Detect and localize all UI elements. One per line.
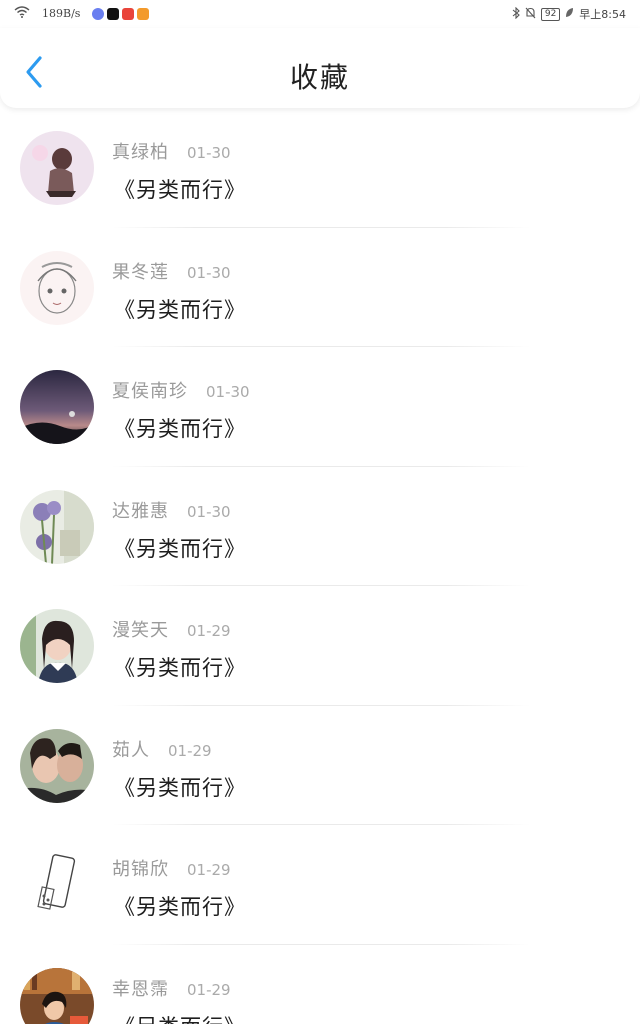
favorite-date: 01-29	[187, 980, 231, 999]
favorite-date: 01-30	[187, 263, 231, 282]
status-left: 189B/s	[14, 6, 150, 21]
avatar-sketch-girl[interactable]	[20, 250, 94, 325]
notification-app-icons	[92, 7, 150, 20]
favorite-item[interactable]: 夏侯南珍 01-30 《另类而行》	[0, 347, 640, 467]
video-app-icon	[137, 7, 150, 20]
author-name: 达雅惠	[112, 500, 169, 522]
author-name: 胡锦欣	[112, 859, 169, 880]
tiktok-app-icon	[107, 7, 120, 20]
author-name: 果冬莲	[112, 261, 169, 283]
favorite-date: 01-30	[206, 383, 250, 401]
bluetooth-icon	[512, 6, 520, 22]
favorite-meta: 真绿柏 01-30	[112, 138, 231, 164]
favorite-meta: 漫笑天 01-29	[112, 616, 231, 642]
author-name: 真绿柏	[112, 142, 169, 163]
network-speed: 189B/s	[42, 7, 81, 20]
author-name: 漫笑天	[112, 620, 169, 641]
avatar-lavender[interactable]	[20, 489, 94, 564]
leaf-icon	[565, 7, 574, 21]
author-name: 茹人	[112, 739, 150, 761]
mute-icon	[525, 7, 536, 22]
clock: 早上8:54	[579, 8, 626, 21]
work-title[interactable]: 《另类而行》	[114, 891, 246, 921]
favorites-list: 真绿柏 01-30 《另类而行》 果冬莲 01-30 《另类而行》 夏侯南珍 01-30 《另类…	[0, 108, 640, 1024]
shopping-app-icon	[122, 7, 135, 20]
work-title[interactable]: 《另类而行》	[114, 533, 246, 563]
favorite-date: 01-29	[187, 861, 231, 879]
work-title[interactable]: 《另类而行》	[114, 413, 246, 443]
favorite-meta: 达雅惠 01-30	[112, 497, 231, 523]
status-bar: 189B/s 92 早上8:54	[0, 0, 640, 28]
status-right: 92 早上8:54	[512, 6, 626, 22]
work-title[interactable]: 《另类而行》	[114, 294, 246, 324]
favorite-meta: 夏侯南珍 01-30	[112, 377, 250, 403]
favorite-date: 01-29	[187, 622, 231, 640]
avatar-woman-portrait[interactable]	[20, 609, 94, 683]
work-title[interactable]: 《另类而行》	[114, 174, 246, 204]
avatar-phone-sketch[interactable]	[20, 848, 94, 922]
favorite-item[interactable]: 漫笑天 01-29 《另类而行》	[0, 586, 640, 706]
favorite-date: 01-29	[168, 741, 212, 760]
avatar-library[interactable]	[20, 967, 94, 1024]
avatar-night-sky[interactable]	[20, 370, 94, 444]
favorite-item[interactable]: 真绿柏 01-30 《另类而行》	[0, 108, 640, 228]
favorite-item[interactable]: 幸恩霈 01-29 《另类而行》	[0, 945, 640, 1024]
avatar-girl-pink[interactable]	[20, 131, 94, 205]
favorite-item[interactable]: 茹人 01-29 《另类而行》	[0, 706, 640, 825]
battery-icon: 92	[540, 7, 561, 21]
author-name: 夏侯南珍	[112, 381, 188, 402]
favorite-item[interactable]: 胡锦欣 01-29 《另类而行》	[0, 825, 640, 945]
favorite-meta: 幸恩霈 01-29	[112, 975, 231, 1001]
music-app-icon	[92, 7, 105, 20]
author-name: 幸恩霈	[112, 978, 169, 1000]
favorite-date: 01-30	[187, 144, 231, 162]
work-title[interactable]: 《另类而行》	[114, 652, 246, 682]
favorite-meta: 胡锦欣 01-29	[112, 855, 231, 881]
favorite-date: 01-30	[187, 502, 231, 521]
page-title: 收藏	[289, 61, 350, 94]
wifi-icon	[14, 6, 30, 21]
app-root: 189B/s 92 早上8:54 收藏 真绿柏 01-30 《另类而行》 果冬莲…	[0, 0, 640, 1024]
avatar-couple[interactable]	[20, 728, 94, 803]
favorite-meta: 茹人 01-29	[112, 736, 212, 762]
favorite-meta: 果冬莲 01-30	[112, 258, 231, 284]
app-header: 收藏	[0, 28, 640, 108]
favorite-item[interactable]: 果冬莲 01-30 《另类而行》	[0, 228, 640, 347]
work-title[interactable]: 《另类而行》	[114, 1011, 246, 1024]
work-title[interactable]: 《另类而行》	[114, 772, 246, 802]
favorite-item[interactable]: 达雅惠 01-30 《另类而行》	[0, 467, 640, 586]
